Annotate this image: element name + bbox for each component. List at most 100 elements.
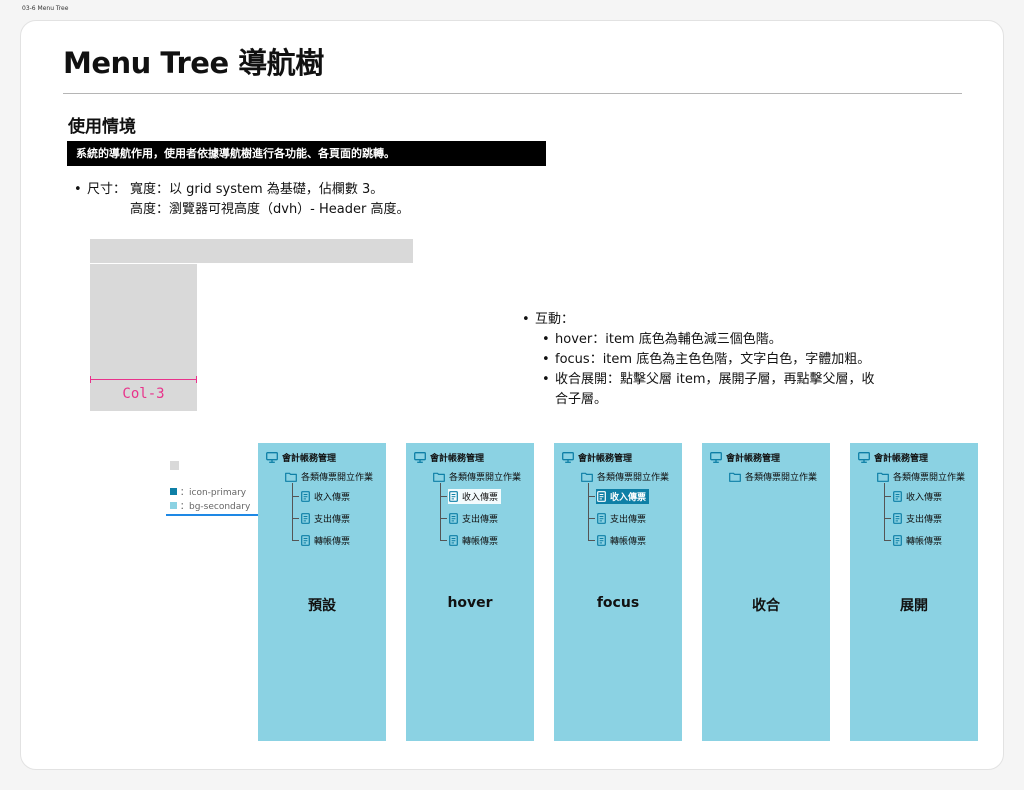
size-spec: • 尺寸： 寬度：以 grid system 為基礎，佔欄數 3。 高度：瀏覽器… <box>74 180 409 220</box>
document-icon <box>893 513 902 524</box>
document-icon <box>597 513 606 524</box>
folder-icon <box>285 472 297 482</box>
tree-leaf-item[interactable]: 收入傳票 <box>448 489 502 504</box>
interaction-spec: • 互動： • hover：item 底色為輔色減三個色階。 • focus：i… <box>522 310 875 410</box>
frame-label: 03-6 Menu Tree <box>22 5 69 12</box>
state-label: 展開 <box>900 598 928 614</box>
tree-group-item[interactable]: 各類傳票開立作業 <box>581 470 669 483</box>
folder-icon <box>729 472 741 482</box>
legend-swatch-secondary <box>170 501 177 509</box>
menu-tree-panel-collapsed: 會計帳務管理 各類傳票開立作業 收合 <box>702 443 830 741</box>
tree-root-item[interactable]: 會計帳務管理 <box>562 451 632 464</box>
column-label: Col-3 <box>122 386 165 402</box>
menu-tree-panel-focus: 會計帳務管理 各類傳票開立作業 收入傳票 支出傳票 轉帳傳票 focus <box>554 443 682 741</box>
tree-group-label: 各類傳票開立作業 <box>449 473 522 483</box>
folder-icon <box>433 472 445 482</box>
legend-label-secondary: ：bg-secondary <box>180 501 251 512</box>
interaction-item-toggle: 收合展開：點擊父層 item，展開子層，再點擊父層，收 <box>555 372 875 387</box>
tree-leaf-label: 轉帳傳票 <box>462 537 499 547</box>
state-label: 收合 <box>752 598 780 614</box>
tree-group-label: 各類傳票開立作業 <box>301 473 374 483</box>
bullet: • <box>74 182 82 197</box>
monitor-icon <box>710 452 722 463</box>
tree-root-item[interactable]: 會計帳務管理 <box>710 451 780 464</box>
tree-leaf-label: 支出傳票 <box>610 515 647 525</box>
header-placeholder <box>90 239 413 263</box>
state-label: focus <box>596 595 640 611</box>
interaction-item-hover: hover：item 底色為輔色減三個色階。 <box>555 332 782 347</box>
tree-root-label: 會計帳務管理 <box>430 454 485 464</box>
state-label: hover <box>447 595 493 611</box>
tree-leaf-label: 轉帳傳票 <box>906 537 943 547</box>
document-icon <box>301 535 310 546</box>
tree-connector-lines <box>292 483 300 541</box>
usage-banner: 系統的導航作用，使用者依據導航樹進行各功能、各頁面的跳轉。 <box>67 141 546 166</box>
document-icon <box>893 535 902 546</box>
document-icon <box>301 513 310 524</box>
size-height-text: 高度：瀏覽器可視高度（dvh）- Header 高度。 <box>130 202 410 217</box>
tree-leaf-item[interactable]: 轉帳傳票 <box>300 533 353 548</box>
folder-icon <box>877 472 889 482</box>
tree-leaf-label: 收入傳票 <box>462 493 499 503</box>
monitor-icon <box>562 452 574 463</box>
tree-leaf-item[interactable]: 轉帳傳票 <box>892 533 945 548</box>
tree-root-item[interactable]: 會計帳務管理 <box>266 451 336 464</box>
tree-root-label: 會計帳務管理 <box>578 454 633 464</box>
document-icon <box>449 513 458 524</box>
tree-group-item[interactable]: 各類傳票開立作業 <box>433 470 521 483</box>
document-icon <box>449 535 458 546</box>
tree-leaf-label: 收入傳票 <box>314 493 351 503</box>
tree-root-label: 會計帳務管理 <box>726 454 781 464</box>
tree-leaf-label: 收入傳票 <box>610 493 647 503</box>
color-legend: ：icon-primary ：bg-secondary <box>170 461 250 512</box>
document-icon <box>893 491 902 502</box>
tree-connector-lines <box>440 483 448 541</box>
interaction-title: 互動： <box>535 312 575 327</box>
tree-group-label: 各類傳票開立作業 <box>893 473 966 483</box>
tree-connector-lines <box>884 483 892 541</box>
size-width-text: 寬度：以 grid system 為基礎，佔欄數 3。 <box>130 182 384 197</box>
tree-leaf-item[interactable]: 轉帳傳票 <box>596 533 649 548</box>
menu-tree-panel-expanded: 會計帳務管理 各類傳票開立作業 收入傳票 支出傳票 轉帳傳票 展開 <box>850 443 978 741</box>
bullet: • <box>542 372 550 387</box>
document-icon <box>301 491 310 502</box>
legend-swatch-neutral <box>170 461 179 470</box>
tree-leaf-item[interactable]: 支出傳票 <box>892 511 945 526</box>
tree-group-item[interactable]: 各類傳票開立作業 <box>285 470 373 483</box>
column-placeholder: Col-3 <box>90 264 197 411</box>
title-divider <box>63 93 962 94</box>
section-title: 使用情境 <box>68 117 136 137</box>
page-title: Menu Tree 導航樹 <box>63 46 324 80</box>
menu-tree-panel-hover: 會計帳務管理 各類傳票開立作業 收入傳票 支出傳票 轉帳傳票 hover <box>406 443 534 741</box>
tree-group-label: 各類傳票開立作業 <box>745 473 818 483</box>
tree-leaf-item[interactable]: 支出傳票 <box>448 511 501 526</box>
tree-leaf-item[interactable]: 支出傳票 <box>300 511 353 526</box>
menu-tree-panel-default: 會計帳務管理 各類傳票開立作業 收入傳票 支出傳票 轉帳傳票 預設 <box>258 443 386 741</box>
state-label: 預設 <box>308 598 336 614</box>
tree-leaf-label: 支出傳票 <box>906 515 943 525</box>
monitor-icon <box>266 452 278 463</box>
tree-group-label: 各類傳票開立作業 <box>597 473 670 483</box>
legend-label-primary: ：icon-primary <box>180 487 247 498</box>
tree-leaf-label: 支出傳票 <box>462 515 499 525</box>
tree-leaf-item[interactable]: 收入傳票 <box>300 489 353 504</box>
document-icon <box>449 491 458 502</box>
tree-leaf-label: 收入傳票 <box>906 493 943 503</box>
bullet: • <box>522 312 530 327</box>
tree-root-label: 會計帳務管理 <box>282 454 337 464</box>
tree-root-item[interactable]: 會計帳務管理 <box>858 451 928 464</box>
column-measure-line <box>90 376 197 383</box>
tree-leaf-item[interactable]: 收入傳票 <box>596 489 650 504</box>
tree-group-item[interactable]: 各類傳票開立作業 <box>877 470 965 483</box>
tree-leaf-item[interactable]: 收入傳票 <box>892 489 945 504</box>
monitor-icon <box>414 452 426 463</box>
interaction-item-focus: focus：item 底色為主色色階，文字白色，字體加粗。 <box>555 352 871 367</box>
legend-swatch-primary <box>170 487 177 495</box>
folder-icon <box>581 472 593 482</box>
tree-group-item[interactable]: 各類傳票開立作業 <box>729 470 817 483</box>
bullet: • <box>542 332 550 347</box>
tree-leaf-item[interactable]: 轉帳傳票 <box>448 533 501 548</box>
document-icon <box>597 491 606 502</box>
tree-leaf-item[interactable]: 支出傳票 <box>596 511 649 526</box>
tree-root-item[interactable]: 會計帳務管理 <box>414 451 484 464</box>
